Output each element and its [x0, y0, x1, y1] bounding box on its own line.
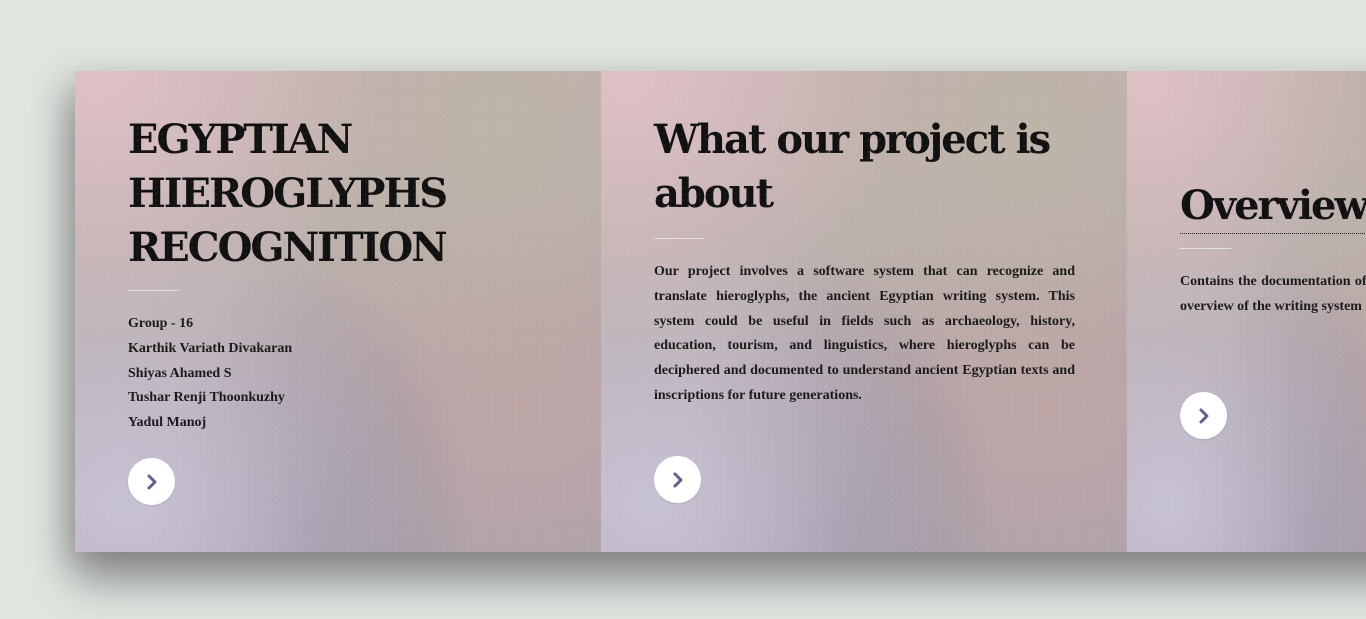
next-button[interactable]: [654, 456, 701, 503]
card-strip: EGYPTIAN HIEROGLYPHS RECOGNITION Group -…: [75, 71, 1366, 552]
slider-stage: EGYPTIAN HIEROGLYPHS RECOGNITION Group -…: [0, 0, 1366, 619]
panel-overview-body: Contains the documentation of Egyptian h…: [1180, 274, 1366, 314]
chevron-right-icon: [673, 472, 682, 487]
member-name: Yadul Manoj: [128, 415, 207, 431]
divider: [128, 290, 179, 291]
member-list: Group - 16 Karthik Variath Divakaran Shi…: [128, 312, 292, 436]
member-name: Shiyas Ahamed S: [128, 365, 232, 381]
panel-title: EGYPTIAN HIEROGLYPHS RECOGNITION Group -…: [75, 71, 601, 552]
member-name: Karthik Variath Divakaran: [128, 340, 293, 356]
next-button[interactable]: [128, 458, 175, 505]
panel-about: What our project is about Our project in…: [601, 71, 1127, 552]
chevron-right-icon: [147, 474, 156, 489]
panel-overview-heading[interactable]: Overview: [1180, 179, 1366, 234]
panel-about-body: Our project involves a software system t…: [654, 264, 1075, 403]
member-name: Tushar Renji Thoonkuzhy: [128, 390, 285, 406]
panel-about-heading: What our project is about: [654, 116, 1051, 217]
divider: [654, 238, 705, 239]
group-label: Group - 16: [128, 316, 194, 331]
chevron-right-icon: [1199, 408, 1208, 423]
next-button[interactable]: [1180, 392, 1227, 439]
panel-title-heading: EGYPTIAN HIEROGLYPHS RECOGNITION: [128, 116, 448, 271]
panel-overview: Overview Contains the documentation of E…: [1127, 71, 1366, 552]
divider: [1180, 248, 1231, 249]
